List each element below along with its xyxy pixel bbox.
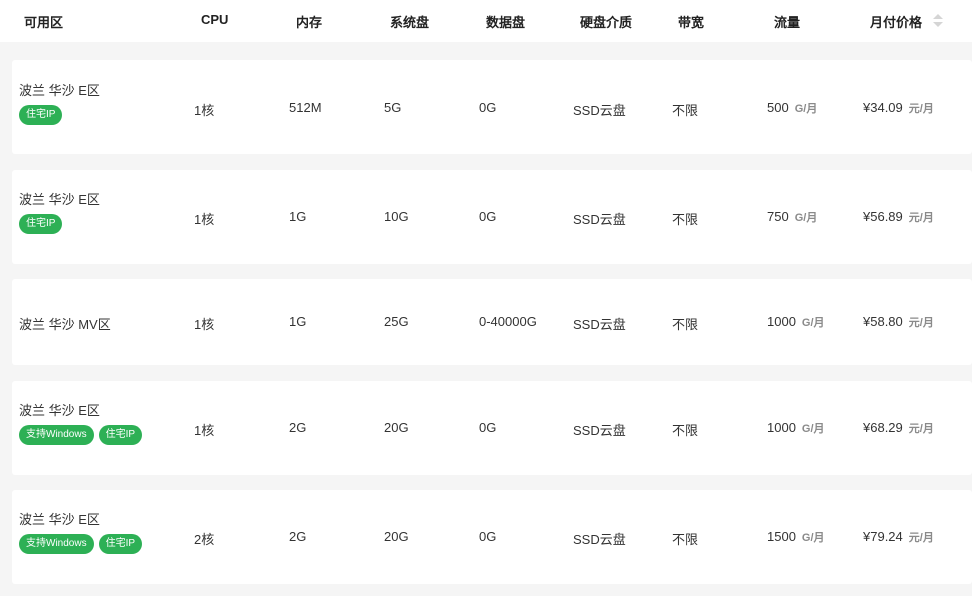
header-zone: 可用区 — [24, 15, 64, 30]
price-cell: ¥79.24 元/月 — [863, 529, 934, 545]
traffic-unit: G/月 — [801, 532, 825, 544]
windows-support-tag: 支持Windows — [19, 425, 94, 445]
system-disk-value: 5G — [384, 100, 402, 115]
price-unit: 元/月 — [908, 317, 934, 329]
table-header: 可用区 CPU 内存 系统盘 数据盘 硬盘介质 带宽 流量 月付价格 — [0, 0, 972, 42]
memory-value: 1G — [289, 209, 307, 224]
traffic-cell: 1500 G/月 — [767, 529, 825, 545]
cpu-value: 1核 — [194, 212, 215, 227]
traffic-value: 1000 — [767, 420, 796, 435]
residential-ip-tag: 住宅IP — [98, 534, 143, 554]
traffic-unit: G/月 — [801, 317, 825, 329]
price-cell: ¥34.09 元/月 — [863, 100, 934, 116]
traffic-cell: 1000 G/月 — [767, 314, 825, 330]
zone-name: 波兰 华沙 E区 — [19, 512, 100, 527]
tag-group: 支持Windows 住宅IP — [19, 534, 143, 554]
disk-media-value: SSD云盘 — [573, 317, 626, 332]
zone-name: 波兰 华沙 E区 — [19, 192, 100, 207]
bandwidth-value: 不限 — [672, 103, 699, 118]
residential-ip-tag: 住宅IP — [19, 105, 63, 125]
data-disk-value: 0G — [479, 529, 497, 544]
data-disk-value: 0G — [479, 420, 497, 435]
traffic-value: 1500 — [767, 529, 796, 544]
price-cell: ¥68.29 元/月 — [863, 420, 934, 436]
sort-icon[interactable] — [933, 12, 943, 32]
data-disk-value: 0G — [479, 209, 497, 224]
data-disk-value: 0G — [479, 100, 497, 115]
cpu-value: 1核 — [194, 317, 215, 332]
price-unit: 元/月 — [908, 423, 934, 435]
traffic-unit: G/月 — [801, 423, 825, 435]
header-disk-media: 硬盘介质 — [580, 15, 633, 30]
traffic-unit: G/月 — [794, 212, 818, 224]
table-row[interactable]: 波兰 华沙 E区 支持Windows 住宅IP 1核 2G 20G 0G SSD… — [12, 381, 972, 475]
price-unit: 元/月 — [908, 212, 934, 224]
tag-group: 住宅IP — [19, 214, 63, 234]
price-cell: ¥56.89 元/月 — [863, 209, 934, 225]
header-traffic: 流量 — [774, 15, 801, 30]
header-system-disk: 系统盘 — [390, 15, 430, 30]
memory-value: 1G — [289, 314, 307, 329]
price-unit: 元/月 — [908, 532, 934, 544]
table-row[interactable]: 波兰 华沙 E区 支持Windows 住宅IP 2核 2G 20G 0G SSD… — [12, 490, 972, 584]
data-disk-value: 0-40000G — [479, 314, 537, 329]
cpu-value: 1核 — [194, 423, 215, 438]
bandwidth-value: 不限 — [672, 317, 699, 332]
cpu-value: 1核 — [194, 103, 215, 118]
traffic-value: 750 — [767, 209, 789, 224]
windows-support-tag: 支持Windows — [19, 534, 94, 554]
zone-name: 波兰 华沙 MV区 — [19, 317, 111, 332]
header-data-disk: 数据盘 — [486, 15, 526, 30]
table-row[interactable]: 波兰 华沙 E区 住宅IP 1核 1G 10G 0G SSD云盘 不限 750 G… — [12, 170, 972, 264]
disk-media-value: SSD云盘 — [573, 212, 626, 227]
price-unit: 元/月 — [908, 103, 934, 115]
disk-media-value: SSD云盘 — [573, 423, 626, 438]
zone-name: 波兰 华沙 E区 — [19, 83, 100, 98]
traffic-value: 1000 — [767, 314, 796, 329]
bandwidth-value: 不限 — [672, 532, 699, 547]
residential-ip-tag: 住宅IP — [98, 425, 143, 445]
bandwidth-value: 不限 — [672, 212, 699, 227]
traffic-cell: 1000 G/月 — [767, 420, 825, 436]
traffic-unit: G/月 — [794, 103, 818, 115]
disk-media-value: SSD云盘 — [573, 532, 626, 547]
price-value: ¥58.80 — [863, 314, 903, 329]
table-row[interactable]: 波兰 华沙 E区 住宅IP 1核 512M 5G 0G SSD云盘 不限 500… — [12, 60, 972, 154]
zone-name: 波兰 华沙 E区 — [19, 403, 100, 418]
cpu-value: 2核 — [194, 532, 215, 547]
price-value: ¥79.24 — [863, 529, 903, 544]
header-memory: 内存 — [296, 15, 323, 30]
system-disk-value: 25G — [384, 314, 409, 329]
memory-value: 512M — [289, 100, 322, 115]
system-disk-value: 20G — [384, 420, 409, 435]
system-disk-value: 20G — [384, 529, 409, 544]
header-monthly-price[interactable]: 月付价格 — [870, 12, 922, 31]
price-value: ¥56.89 — [863, 209, 903, 224]
memory-value: 2G — [289, 529, 307, 544]
header-cpu: CPU — [201, 12, 229, 27]
traffic-cell: 500 G/月 — [767, 100, 817, 116]
memory-value: 2G — [289, 420, 307, 435]
traffic-value: 500 — [767, 100, 789, 115]
tag-group: 住宅IP — [19, 105, 63, 125]
header-bandwidth: 带宽 — [678, 15, 705, 30]
bandwidth-value: 不限 — [672, 423, 699, 438]
disk-media-value: SSD云盘 — [573, 103, 626, 118]
system-disk-value: 10G — [384, 209, 409, 224]
price-cell: ¥58.80 元/月 — [863, 314, 934, 330]
residential-ip-tag: 住宅IP — [19, 214, 63, 234]
tag-group: 支持Windows 住宅IP — [19, 425, 143, 445]
price-value: ¥34.09 — [863, 100, 903, 115]
table-row[interactable]: 波兰 华沙 MV区 1核 1G 25G 0-40000G SSD云盘 不限 10… — [12, 279, 972, 365]
traffic-cell: 750 G/月 — [767, 209, 817, 225]
price-value: ¥68.29 — [863, 420, 903, 435]
